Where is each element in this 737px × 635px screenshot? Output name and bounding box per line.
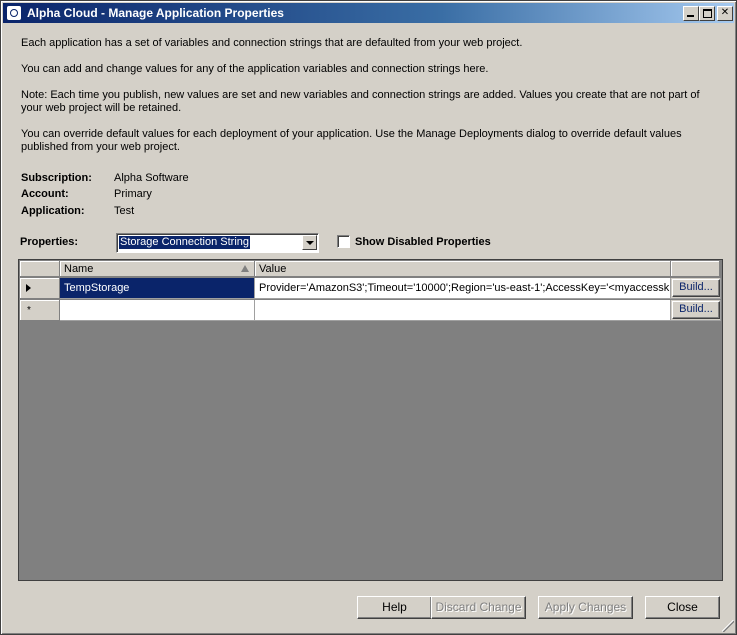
application-label: Application: <box>21 205 85 217</box>
discard-change-button[interactable]: Discard Change <box>431 596 526 619</box>
application-value: Test <box>114 205 135 217</box>
sort-ascending-icon <box>241 265 249 272</box>
title-bar[interactable]: Alpha Cloud - Manage Application Propert… <box>3 3 734 23</box>
subscription-label: Subscription: <box>21 172 92 184</box>
close-button[interactable]: Close <box>645 596 720 619</box>
column-header-name-label: Name <box>64 263 94 275</box>
intro-paragraph-4: You can override default values for each… <box>21 128 682 153</box>
row-header-corner <box>20 261 60 277</box>
window-title: Alpha Cloud - Manage Application Propert… <box>27 6 284 20</box>
show-disabled-label[interactable]: Show Disabled Properties <box>355 236 491 248</box>
chevron-down-icon[interactable] <box>302 235 317 250</box>
subscription-value: Alpha Software <box>114 172 189 184</box>
properties-dropdown[interactable]: Storage Connection String <box>116 233 319 253</box>
name-cell[interactable]: TempStorage <box>60 278 255 299</box>
name-cell[interactable] <box>60 300 255 321</box>
table-row-new[interactable]: * Build... <box>20 300 721 321</box>
show-disabled-checkbox[interactable] <box>337 235 350 248</box>
properties-dropdown-value: Storage Connection String <box>119 236 251 249</box>
intro-paragraph-1: Each application has a set of variables … <box>21 37 523 49</box>
intro-paragraph-3: Note: Each time you publish, new values … <box>21 89 700 114</box>
account-label: Account: <box>21 188 69 200</box>
build-button[interactable]: Build... <box>672 279 720 297</box>
build-cell: Build... <box>671 278 721 299</box>
help-button[interactable]: Help <box>357 596 432 619</box>
column-header-value[interactable]: Value <box>255 261 671 277</box>
row-selector[interactable] <box>20 278 60 299</box>
apply-changes-button[interactable]: Apply Changes <box>538 596 633 619</box>
account-value: Primary <box>114 188 152 200</box>
properties-grid[interactable]: Name Value TempStorage Provider='AmazonS… <box>18 259 723 581</box>
build-button[interactable]: Build... <box>672 301 720 319</box>
table-row[interactable]: TempStorage Provider='AmazonS3';Timeout=… <box>20 278 721 299</box>
current-row-arrow-icon <box>26 284 31 292</box>
column-header-name[interactable]: Name <box>60 261 255 277</box>
minimize-button[interactable] <box>683 6 699 21</box>
build-cell: Build... <box>671 300 721 321</box>
maximize-button[interactable] <box>699 6 715 21</box>
resize-grip[interactable] <box>722 620 734 632</box>
app-icon <box>7 6 21 20</box>
column-header-value-label: Value <box>259 263 287 275</box>
properties-label: Properties: <box>20 236 79 248</box>
close-window-button[interactable]: ✕ <box>717 6 733 21</box>
value-cell[interactable] <box>255 300 671 321</box>
dialog-window: Alpha Cloud - Manage Application Propert… <box>0 0 737 635</box>
value-cell[interactable]: Provider='AmazonS3';Timeout='10000';Regi… <box>255 278 671 299</box>
intro-paragraph-2: You can add and change values for any of… <box>21 63 489 75</box>
column-header-build <box>671 261 720 277</box>
row-selector[interactable]: * <box>20 300 60 321</box>
new-row-marker: * <box>27 305 31 316</box>
